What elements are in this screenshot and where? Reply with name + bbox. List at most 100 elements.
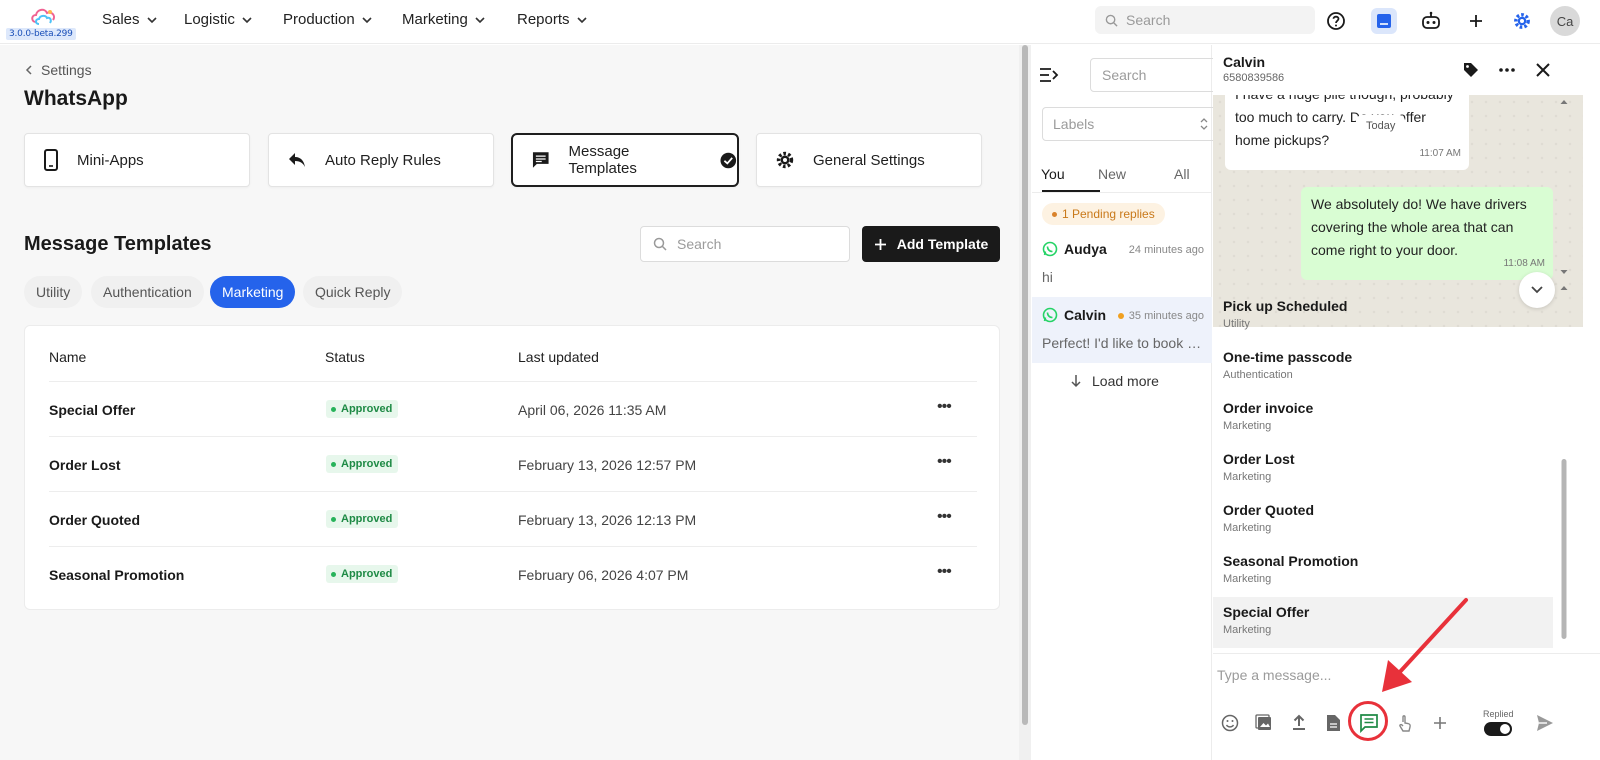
settings-area: Settings WhatsApp Mini-Apps Auto Reply R… <box>0 45 1020 760</box>
incoming-message-text: I have a huge pile though, probably too … <box>1235 95 1454 148</box>
card-general-settings-label: General Settings <box>813 151 925 169</box>
nav-logistic-label: Logistic <box>184 11 235 28</box>
global-search-input[interactable]: Search <box>1095 6 1315 34</box>
row-updated: February 06, 2026 4:07 PM <box>518 567 689 583</box>
add-template-button[interactable]: Add Template <box>862 226 1000 262</box>
card-message-templates[interactable]: Message Templates <box>511 133 739 187</box>
chevron-down-icon <box>576 17 587 24</box>
send-icon[interactable] <box>1531 709 1559 737</box>
nav-reports[interactable]: Reports <box>517 11 588 28</box>
card-general-settings[interactable]: General Settings <box>756 133 982 187</box>
row-name: Order Lost <box>49 457 121 473</box>
card-mini-apps[interactable]: Mini-Apps <box>24 133 250 187</box>
template-option[interactable]: One-time passcode Authentication <box>1213 342 1553 393</box>
tag-icon[interactable] <box>1459 58 1483 82</box>
card-auto-reply-rules[interactable]: Auto Reply Rules <box>268 133 494 187</box>
table-row[interactable]: Order Quoted Approved February 13, 2026 … <box>49 491 977 546</box>
outgoing-message: We absolutely do! We have drivers coveri… <box>1301 187 1553 280</box>
nav-marketing-label: Marketing <box>402 11 468 28</box>
avatar[interactable]: Ca <box>1550 6 1580 36</box>
more-options-icon[interactable]: ••• <box>937 398 952 416</box>
tab-quick-reply[interactable]: Quick Reply <box>303 276 403 308</box>
card-mini-apps-label: Mini-Apps <box>77 151 144 169</box>
tab-all[interactable]: All <box>1174 166 1190 182</box>
collapse-panel-icon[interactable] <box>1039 67 1059 83</box>
tab-authentication[interactable]: Authentication <box>91 276 204 308</box>
template-option-name: Seasonal Promotion <box>1223 553 1359 569</box>
column-name: Name <box>49 349 87 365</box>
table-row[interactable]: Seasonal Promotion Approved February 06,… <box>49 546 977 601</box>
more-options-icon[interactable] <box>1495 58 1519 82</box>
close-icon[interactable] <box>1531 58 1555 82</box>
document-icon[interactable] <box>1320 710 1346 736</box>
column-status: Status <box>325 349 365 365</box>
template-option[interactable]: Pick up Scheduled Utility <box>1213 291 1553 342</box>
plus-icon[interactable] <box>1463 8 1489 34</box>
labels-placeholder: Labels <box>1053 116 1095 132</box>
template-option-category: Marketing <box>1223 624 1272 636</box>
table-row[interactable]: Special Offer Approved April 06, 2026 11… <box>49 381 977 436</box>
version-badge: 3.0.0-beta.299 <box>6 28 76 40</box>
pending-replies-badge[interactable]: 1 Pending replies <box>1042 203 1165 225</box>
replied-toggle[interactable] <box>1484 722 1512 736</box>
cloud-logo-icon[interactable] <box>30 6 58 26</box>
replied-label: Replied <box>1483 709 1514 719</box>
tab-utility[interactable]: Utility <box>24 276 83 308</box>
table-row[interactable]: Order Lost Approved February 13, 2026 12… <box>49 436 977 491</box>
template-option-name: Order Quoted <box>1223 502 1315 518</box>
more-options-icon[interactable]: ••• <box>937 563 952 581</box>
chevron-down-icon <box>146 17 157 24</box>
inbox-icon[interactable] <box>1371 8 1397 34</box>
card-auto-reply-rules-label: Auto Reply Rules <box>325 151 441 169</box>
conversation-preview: Perfect! I'd like to book a pickup <box>1042 335 1207 351</box>
message-input[interactable]: Type a message... <box>1217 667 1331 683</box>
gear-icon[interactable] <box>1509 8 1535 34</box>
tab-new[interactable]: New <box>1098 166 1126 182</box>
conversation-search-placeholder: Search <box>1102 67 1147 83</box>
template-option-name: Special Offer <box>1223 604 1310 620</box>
template-search-input[interactable]: Search <box>640 226 850 262</box>
tab-marketing[interactable]: Marketing <box>210 276 296 308</box>
template-option[interactable]: Order invoice Marketing <box>1213 393 1553 444</box>
status-badge-label: Approved <box>341 513 393 525</box>
incoming-message-time: 11:07 AM <box>1419 148 1461 159</box>
nav-production[interactable]: Production <box>283 11 373 28</box>
templates-title: Message Templates <box>24 233 212 255</box>
page-title: WhatsApp <box>24 87 128 110</box>
nav-marketing[interactable]: Marketing <box>402 11 486 28</box>
conversation-name: Audya <box>1064 241 1107 257</box>
page-scrollbar-thumb[interactable] <box>1022 45 1028 725</box>
load-more-button[interactable]: Load more <box>1070 373 1159 389</box>
bot-icon[interactable] <box>1418 8 1444 34</box>
more-options-icon[interactable]: ••• <box>937 453 952 471</box>
emoji-icon[interactable] <box>1217 710 1243 736</box>
conversation-search-input[interactable]: Search <box>1090 58 1220 92</box>
nav-logistic[interactable]: Logistic <box>184 11 253 28</box>
outgoing-message-text: We absolutely do! We have drivers coveri… <box>1311 196 1527 258</box>
template-option[interactable]: Order Lost Marketing <box>1213 444 1553 495</box>
conversation-item-calvin[interactable]: Calvin 35 minutes ago Perfect! I'd like … <box>1032 297 1212 363</box>
tab-you[interactable]: You <box>1041 166 1065 182</box>
labels-select[interactable]: Labels <box>1042 107 1220 141</box>
templates-table: Name Status Last updated Special Offer A… <box>24 325 1000 610</box>
page-scrollbar[interactable] <box>1019 45 1031 760</box>
image-icon[interactable] <box>1251 710 1277 736</box>
template-list-scrollbar[interactable] <box>1559 283 1569 649</box>
column-last-updated: Last updated <box>518 349 599 365</box>
more-options-icon[interactable]: ••• <box>937 508 952 526</box>
conversation-item-audya[interactable]: Audya 24 minutes ago hi <box>1032 231 1212 297</box>
nav-sales[interactable]: Sales <box>102 11 158 28</box>
arrow-down-icon <box>1071 375 1081 388</box>
template-option[interactable]: Seasonal Promotion Marketing <box>1213 546 1553 597</box>
template-option-category: Marketing <box>1223 573 1272 585</box>
help-icon[interactable] <box>1323 8 1349 34</box>
messages-scrollbar[interactable] <box>1559 97 1569 277</box>
pending-replies-label: 1 Pending replies <box>1062 207 1155 221</box>
template-option[interactable]: Order Quoted Marketing <box>1213 495 1553 546</box>
tap-icon[interactable] <box>1392 710 1418 736</box>
conversation-time: 24 minutes ago <box>1128 244 1204 256</box>
upload-icon[interactable] <box>1286 710 1312 736</box>
template-option-category: Authentication <box>1223 369 1293 381</box>
breadcrumb[interactable]: Settings <box>25 62 92 78</box>
plus-icon[interactable] <box>1427 710 1453 736</box>
